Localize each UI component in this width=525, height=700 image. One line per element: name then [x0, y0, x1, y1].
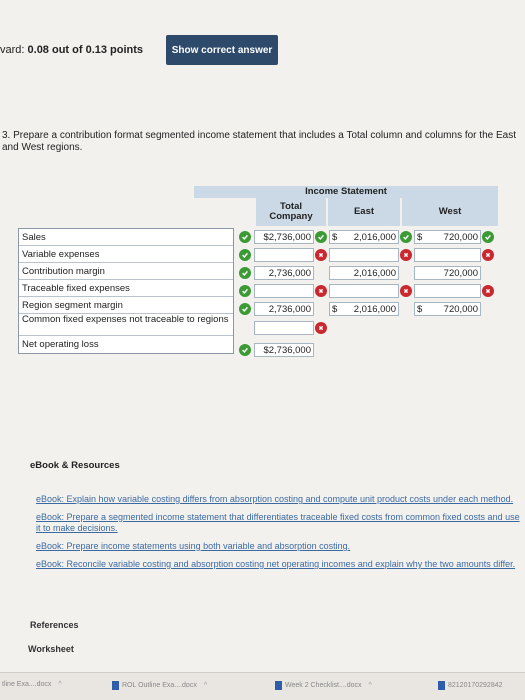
correct-check-icon	[482, 231, 494, 243]
incorrect-x-icon	[400, 285, 412, 297]
show-correct-answer-button[interactable]: Show correct answer	[166, 35, 278, 65]
correct-check-icon	[239, 267, 251, 279]
row-label-contribution-margin: Contribution margin	[19, 263, 233, 280]
award-label: vard:	[0, 44, 28, 56]
ebook-link-segmented-statement[interactable]: eBook: Prepare a segmented income statem…	[36, 512, 525, 534]
ebook-links: eBook: Explain how variable costing diff…	[36, 494, 525, 577]
question-text: 3. Prepare a contribution format segment…	[2, 130, 516, 153]
ebook-resources-title: eBook & Resources	[30, 460, 120, 471]
row-label-variable-expenses: Variable expenses	[19, 246, 233, 263]
row-label-segment-margin: Region segment margin	[19, 297, 233, 314]
input-sales-east[interactable]: $2,016,000	[329, 230, 399, 244]
row-label-net-operating-loss: Net operating loss	[22, 339, 99, 350]
incorrect-x-icon	[315, 322, 327, 334]
incorrect-x-icon	[315, 249, 327, 261]
incorrect-x-icon	[315, 285, 327, 297]
ebook-link-variable-costing[interactable]: eBook: Explain how variable costing diff…	[36, 494, 525, 505]
input-variable-total[interactable]	[254, 248, 314, 262]
table-title: Income Statement	[194, 186, 498, 198]
download-bar: tline Exa....docx ^ ROL Outline Exa....do…	[0, 672, 525, 700]
segment-margin-west: $720,000	[414, 302, 481, 316]
input-traceable-east[interactable]	[329, 284, 399, 298]
segment-margin-total: 2,736,000	[254, 302, 314, 316]
header-east: East	[328, 198, 400, 226]
incorrect-x-icon	[400, 249, 412, 261]
award-points: vard: 0.08 out of 0.13 points	[0, 44, 143, 56]
contribution-west: 720,000	[414, 266, 481, 280]
download-item-4[interactable]: 82120170292842	[438, 681, 503, 690]
award-score: 0.08 out of 0.13 points	[27, 44, 144, 56]
segment-margin-east: $2,016,000	[329, 302, 399, 316]
correct-check-icon	[239, 231, 251, 243]
word-file-icon	[438, 681, 445, 690]
correct-check-icon	[400, 231, 412, 243]
incorrect-x-icon	[482, 249, 494, 261]
word-file-icon	[275, 681, 282, 690]
net-operating-loss-total: $2,736,000	[254, 343, 314, 357]
download-item-1[interactable]: tline Exa....docx ^	[2, 681, 62, 688]
chevron-up-icon: ^	[368, 682, 372, 689]
row-label-common-fixed: Common fixed expenses not traceable to r…	[19, 314, 233, 336]
correct-check-icon	[239, 303, 251, 315]
download-item-2[interactable]: ROL Outline Exa....docx ^	[112, 681, 207, 690]
input-sales-total[interactable]: $2,736,000	[254, 230, 314, 244]
contribution-east: 2,016,000	[329, 266, 399, 280]
row-label-traceable-fixed: Traceable fixed expenses	[19, 280, 233, 297]
chevron-up-icon: ^	[203, 682, 208, 689]
input-variable-west[interactable]	[414, 248, 481, 262]
download-item-3[interactable]: Week 2 Checklist....docx ^	[275, 681, 372, 690]
incorrect-x-icon	[482, 285, 494, 297]
correct-check-icon	[239, 344, 251, 356]
ebook-link-income-statements[interactable]: eBook: Prepare income statements using b…	[36, 541, 525, 552]
input-sales-west[interactable]: $720,000	[414, 230, 481, 244]
input-traceable-total[interactable]	[254, 284, 314, 298]
input-common-fixed-total[interactable]	[254, 321, 314, 335]
header-total-company: Total Company	[256, 198, 326, 226]
correct-check-icon	[239, 249, 251, 261]
input-traceable-west[interactable]	[414, 284, 481, 298]
ebook-link-reconcile[interactable]: eBook: Reconcile variable costing and ab…	[36, 559, 525, 570]
correct-check-icon	[315, 231, 327, 243]
word-file-icon	[112, 681, 119, 690]
input-variable-east[interactable]	[329, 248, 399, 262]
correct-check-icon	[239, 285, 251, 297]
row-label-sales: Sales	[19, 229, 233, 246]
row-labels: Sales Variable expenses Contribution mar…	[18, 228, 234, 354]
assignment-page: vard: 0.08 out of 0.13 points Show corre…	[0, 0, 525, 700]
header-west: West	[402, 198, 498, 226]
chevron-up-icon: ^	[58, 681, 62, 688]
worksheet-link[interactable]: Worksheet	[28, 644, 74, 654]
references-label: References	[30, 620, 79, 630]
contribution-total: 2,736,000	[254, 266, 314, 280]
